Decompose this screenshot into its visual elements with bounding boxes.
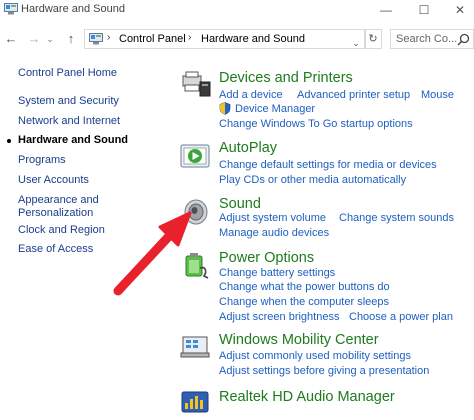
maximize-button[interactable]: ☐ bbox=[410, 2, 438, 18]
sidebar-item-control-panel-home[interactable]: Control Panel Home bbox=[18, 67, 117, 79]
sound-title[interactable]: Sound bbox=[219, 196, 261, 212]
sidebar-item-network-and-internet[interactable]: Network and Internet bbox=[18, 115, 120, 127]
change-power-buttons-link[interactable]: Change what the power buttons do bbox=[219, 281, 390, 293]
breadcrumb-separator[interactable]: › bbox=[188, 32, 191, 43]
sidebar-item-user-accounts[interactable]: User Accounts bbox=[18, 174, 89, 186]
adjust-screen-brightness-link[interactable]: Adjust screen brightness bbox=[219, 311, 339, 323]
sidebar-item-appearance-line1[interactable]: Appearance and bbox=[18, 194, 99, 206]
forward-button[interactable]: → bbox=[26, 30, 42, 48]
sidebar-item-programs[interactable]: Programs bbox=[18, 154, 66, 166]
minimize-button[interactable]: — bbox=[372, 2, 400, 18]
windows-mobility-center-title[interactable]: Windows Mobility Center bbox=[219, 332, 379, 348]
red-arrow-annotation bbox=[113, 211, 192, 296]
up-button[interactable]: ↑ bbox=[63, 30, 79, 48]
back-button[interactable]: ← bbox=[3, 30, 19, 48]
adjust-mobility-settings-link[interactable]: Adjust commonly used mobility settings bbox=[219, 350, 411, 362]
control-panel-icon bbox=[4, 3, 18, 15]
autoplay-icon bbox=[180, 144, 210, 168]
mouse-link[interactable]: Mouse bbox=[421, 89, 454, 101]
current-item-bullet bbox=[7, 139, 11, 143]
change-battery-settings-link[interactable]: Change battery settings bbox=[219, 267, 335, 279]
power-options-title[interactable]: Power Options bbox=[219, 250, 314, 266]
breadcrumb-hardware-and-sound[interactable]: Hardware and Sound bbox=[201, 33, 305, 45]
change-system-sounds-link[interactable]: Change system sounds bbox=[339, 212, 454, 224]
search-icon[interactable] bbox=[457, 33, 470, 46]
manage-audio-devices-link[interactable]: Manage audio devices bbox=[219, 227, 329, 239]
sidebar-item-system-and-security[interactable]: System and Security bbox=[18, 95, 119, 107]
play-cds-automatically-link[interactable]: Play CDs or other media automatically bbox=[219, 174, 406, 186]
shield-icon bbox=[219, 102, 231, 115]
breadcrumb-separator[interactable]: › bbox=[107, 32, 110, 43]
device-manager-link[interactable]: Device Manager bbox=[235, 103, 315, 115]
sidebar-item-appearance-line2[interactable]: Personalization bbox=[18, 207, 93, 219]
printer-icon bbox=[182, 71, 211, 97]
devices-and-printers-title[interactable]: Devices and Printers bbox=[219, 70, 353, 86]
navigation-bar: ← → ⌄ ↑ › Control Panel › Hardware and S… bbox=[0, 26, 474, 52]
search-input[interactable]: Search Co... bbox=[390, 29, 474, 49]
add-a-device-link[interactable]: Add a device bbox=[219, 89, 283, 101]
sidebar-item-hardware-and-sound[interactable]: Hardware and Sound bbox=[18, 134, 128, 146]
choose-power-plan-link[interactable]: Choose a power plan bbox=[349, 311, 453, 323]
sidebar-item-clock-and-region[interactable]: Clock and Region bbox=[18, 224, 105, 236]
sidebar-item-ease-of-access[interactable]: Ease of Access bbox=[18, 243, 93, 255]
adjust-system-volume-link[interactable]: Adjust system volume bbox=[219, 212, 326, 224]
refresh-button[interactable]: ↻ bbox=[364, 29, 382, 49]
control-panel-icon bbox=[89, 33, 103, 45]
presentation-settings-link[interactable]: Adjust settings before giving a presenta… bbox=[219, 365, 429, 377]
realtek-audio-icon bbox=[181, 391, 209, 413]
close-button[interactable]: ✕ bbox=[446, 2, 474, 18]
advanced-printer-setup-link[interactable]: Advanced printer setup bbox=[297, 89, 410, 101]
recent-locations-button[interactable]: ⌄ bbox=[45, 30, 55, 48]
change-sleep-link[interactable]: Change when the computer sleeps bbox=[219, 296, 389, 308]
breadcrumb-control-panel[interactable]: Control Panel bbox=[119, 33, 186, 45]
change-default-media-settings-link[interactable]: Change default settings for media or dev… bbox=[219, 159, 437, 171]
mobility-center-icon bbox=[180, 336, 210, 358]
search-placeholder: Search Co... bbox=[396, 33, 458, 45]
windows-to-go-link[interactable]: Change Windows To Go startup options bbox=[219, 118, 413, 130]
autoplay-title[interactable]: AutoPlay bbox=[219, 140, 277, 156]
realtek-hd-audio-manager-title[interactable]: Realtek HD Audio Manager bbox=[219, 389, 395, 405]
address-dropdown-button[interactable]: ⌄ bbox=[349, 33, 363, 53]
address-bar[interactable]: › Control Panel › Hardware and Sound ⌄ bbox=[84, 29, 366, 49]
window-title: Hardware and Sound bbox=[21, 3, 125, 15]
title-bar: Hardware and Sound — ☐ ✕ bbox=[0, 0, 474, 24]
